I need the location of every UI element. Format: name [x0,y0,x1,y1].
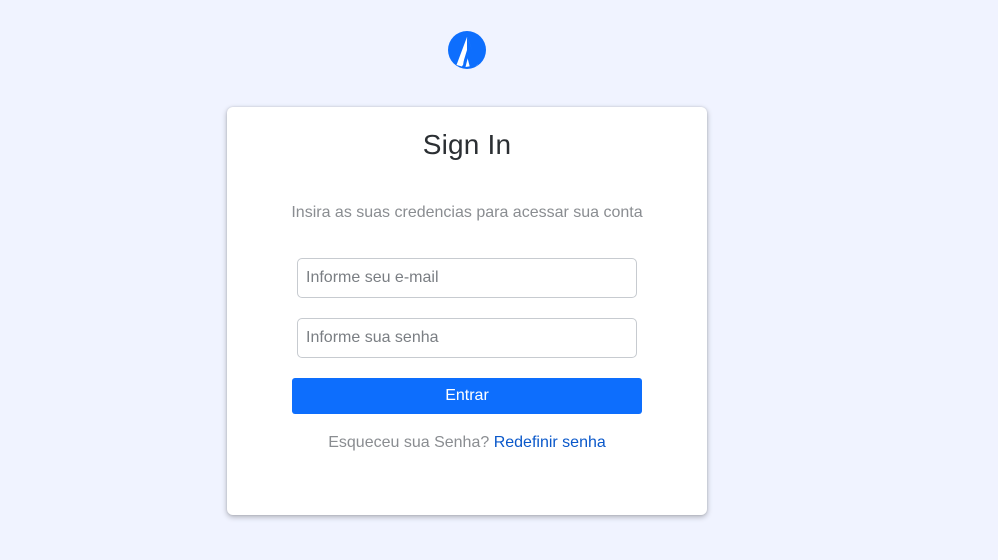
forgot-password-text: Esqueceu sua Senha? [328,434,490,451]
reset-password-link[interactable]: Redefinir senha [494,434,606,451]
password-field[interactable] [297,318,637,358]
email-field[interactable] [297,258,637,298]
page-title: Sign In [422,129,512,160]
signin-card: Sign In Insira as suas credencias para a… [227,107,707,515]
signin-subtitle: Insira as suas credencias para acessar s… [291,204,643,221]
signin-button[interactable]: Entrar [292,378,642,414]
forgot-password-row: Esqueceu sua Senha? Redefinir senha [227,434,707,452]
brand-logo-icon [448,31,486,69]
